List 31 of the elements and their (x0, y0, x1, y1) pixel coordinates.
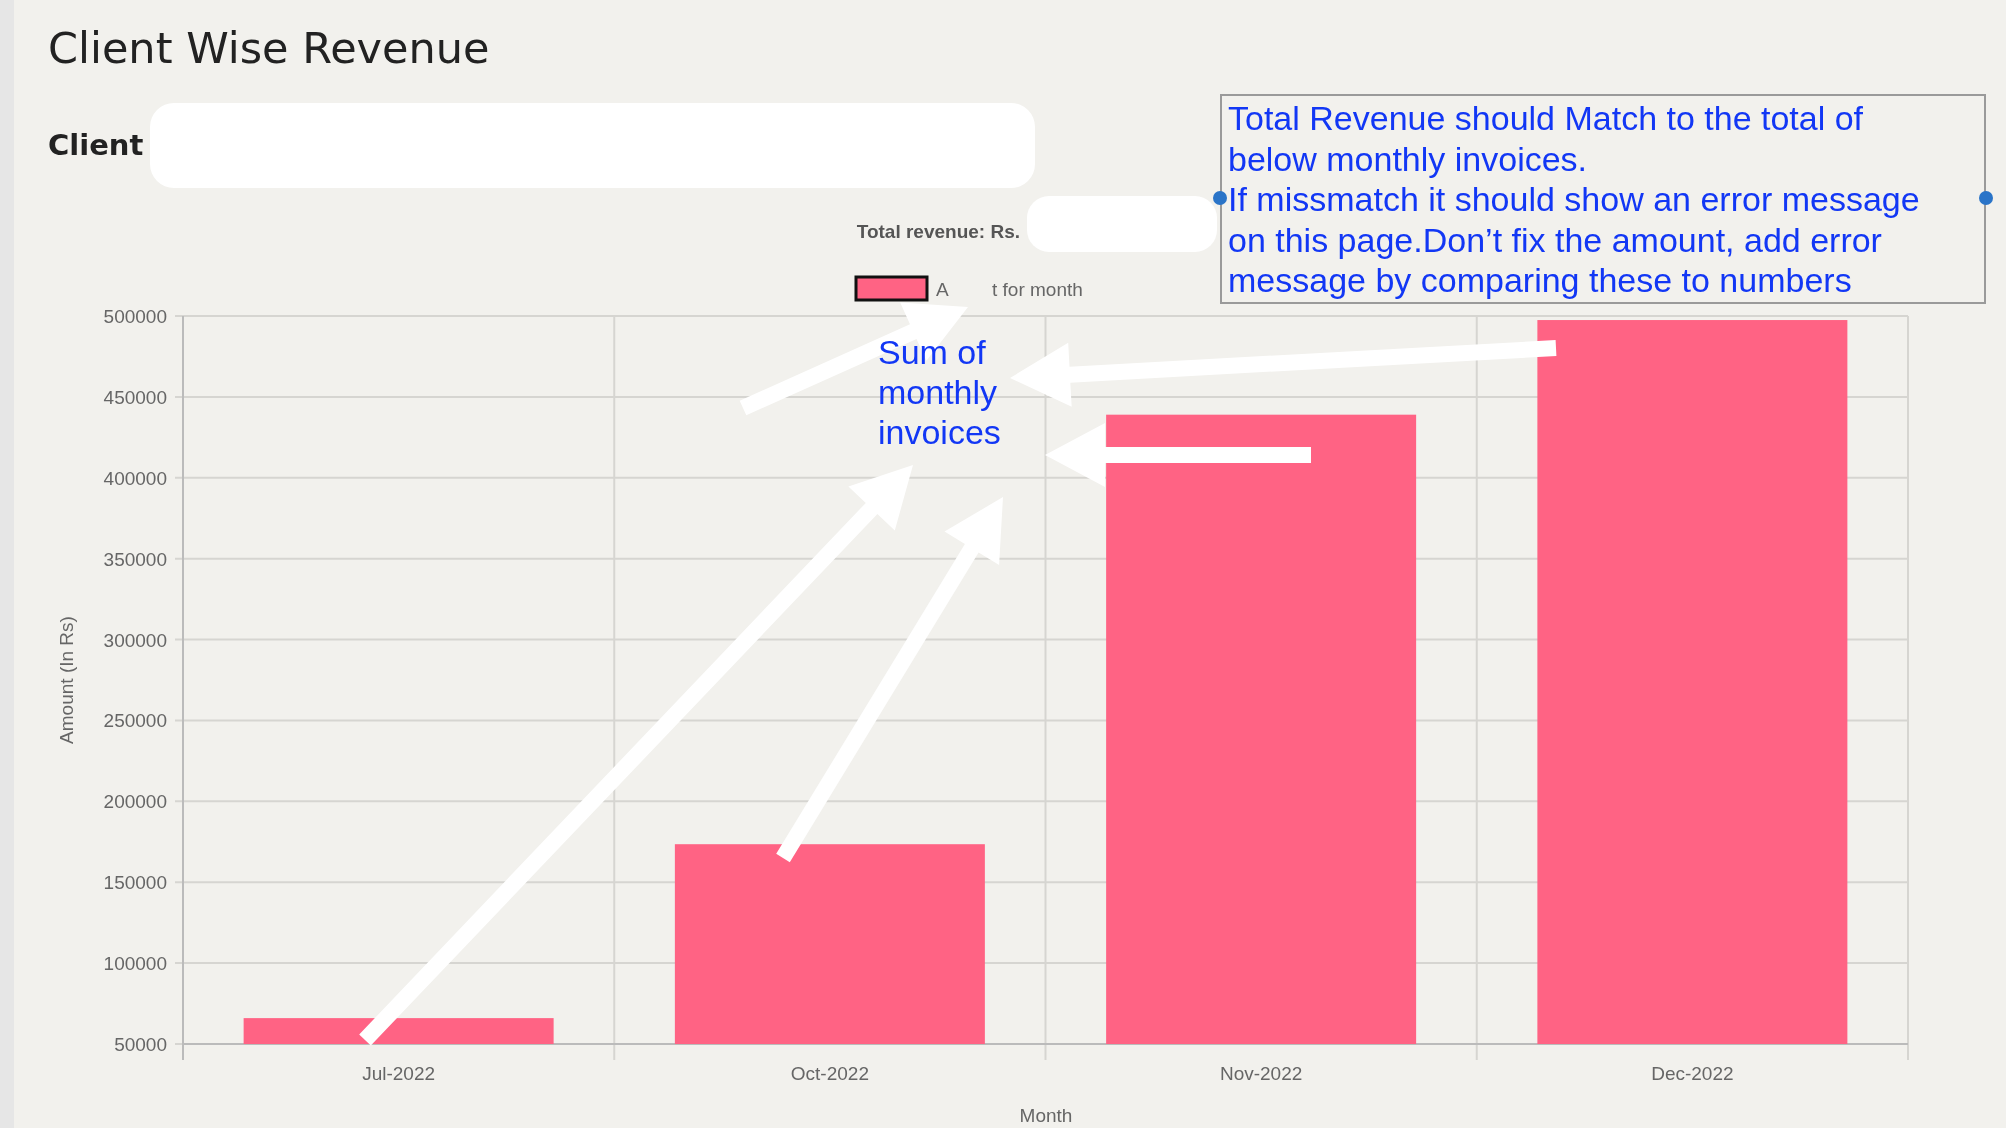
annotation-text-line: Total Revenue should Match to the total of (1228, 98, 1864, 139)
callout-text: Sum of (878, 332, 986, 372)
y-tick-label: 300000 (103, 629, 167, 651)
y-tick-label: 250000 (103, 710, 167, 732)
x-tick-label: Oct-2022 (790, 1063, 869, 1084)
y-tick-label: 200000 (103, 791, 167, 813)
x-axis-title: Month (1019, 1105, 1073, 1126)
y-tick-label: 100000 (103, 953, 167, 975)
y-tick-label: 400000 (103, 467, 167, 489)
annotation-text-line: on this page.Don’t fix the amount, add error (1228, 219, 1882, 260)
annotation-text-line: If missmatch it should show an error message (1228, 179, 1920, 220)
resize-handle[interactable] (1979, 191, 1993, 205)
annotation-text-line: message by comparing these to numbers (1228, 260, 1852, 301)
x-tick-label: Nov-2022 (1219, 1063, 1303, 1084)
y-tick-label: 500000 (103, 306, 167, 327)
client-label: Client (48, 128, 145, 162)
y-axis-title: Amount (In Rs) (56, 616, 77, 744)
legend-label: A (936, 279, 949, 300)
resize-handle[interactable] (1213, 191, 1227, 205)
page-title: Client Wise Revenue (47, 22, 491, 75)
y-tick-label: 150000 (103, 872, 167, 894)
callout-text: monthly (878, 372, 998, 412)
callout-text: invoices (878, 412, 1001, 452)
y-tick-label: 50000 (114, 1034, 167, 1055)
x-tick-label: Jul-2022 (362, 1063, 436, 1084)
legend-label: t for month (992, 279, 1083, 300)
x-tick-label: Dec-2022 (1651, 1063, 1734, 1084)
y-tick-label: 350000 (103, 548, 167, 570)
total-revenue-label: Total revenue: Rs. (856, 221, 1020, 242)
y-tick-label: 450000 (103, 386, 167, 408)
annotation-text-line: below monthly invoices. (1228, 138, 1588, 179)
